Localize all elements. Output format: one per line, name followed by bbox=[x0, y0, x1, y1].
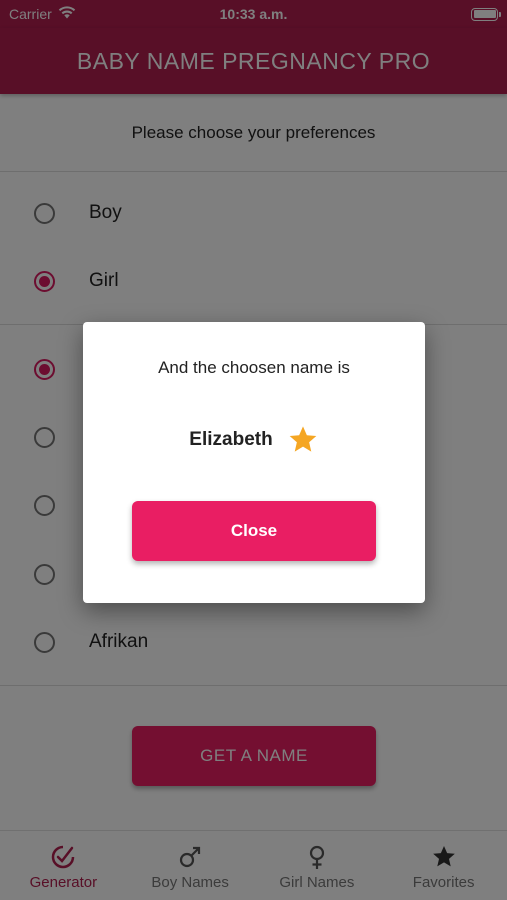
result-dialog: And the choosen name is Elizabeth Close bbox=[83, 322, 425, 603]
dialog-name-row: Elizabeth bbox=[83, 424, 425, 456]
dialog-title: And the choosen name is bbox=[158, 358, 350, 377]
favorite-star-icon[interactable] bbox=[287, 424, 319, 456]
chosen-name: Elizabeth bbox=[189, 429, 273, 450]
close-button[interactable]: Close bbox=[132, 501, 376, 561]
